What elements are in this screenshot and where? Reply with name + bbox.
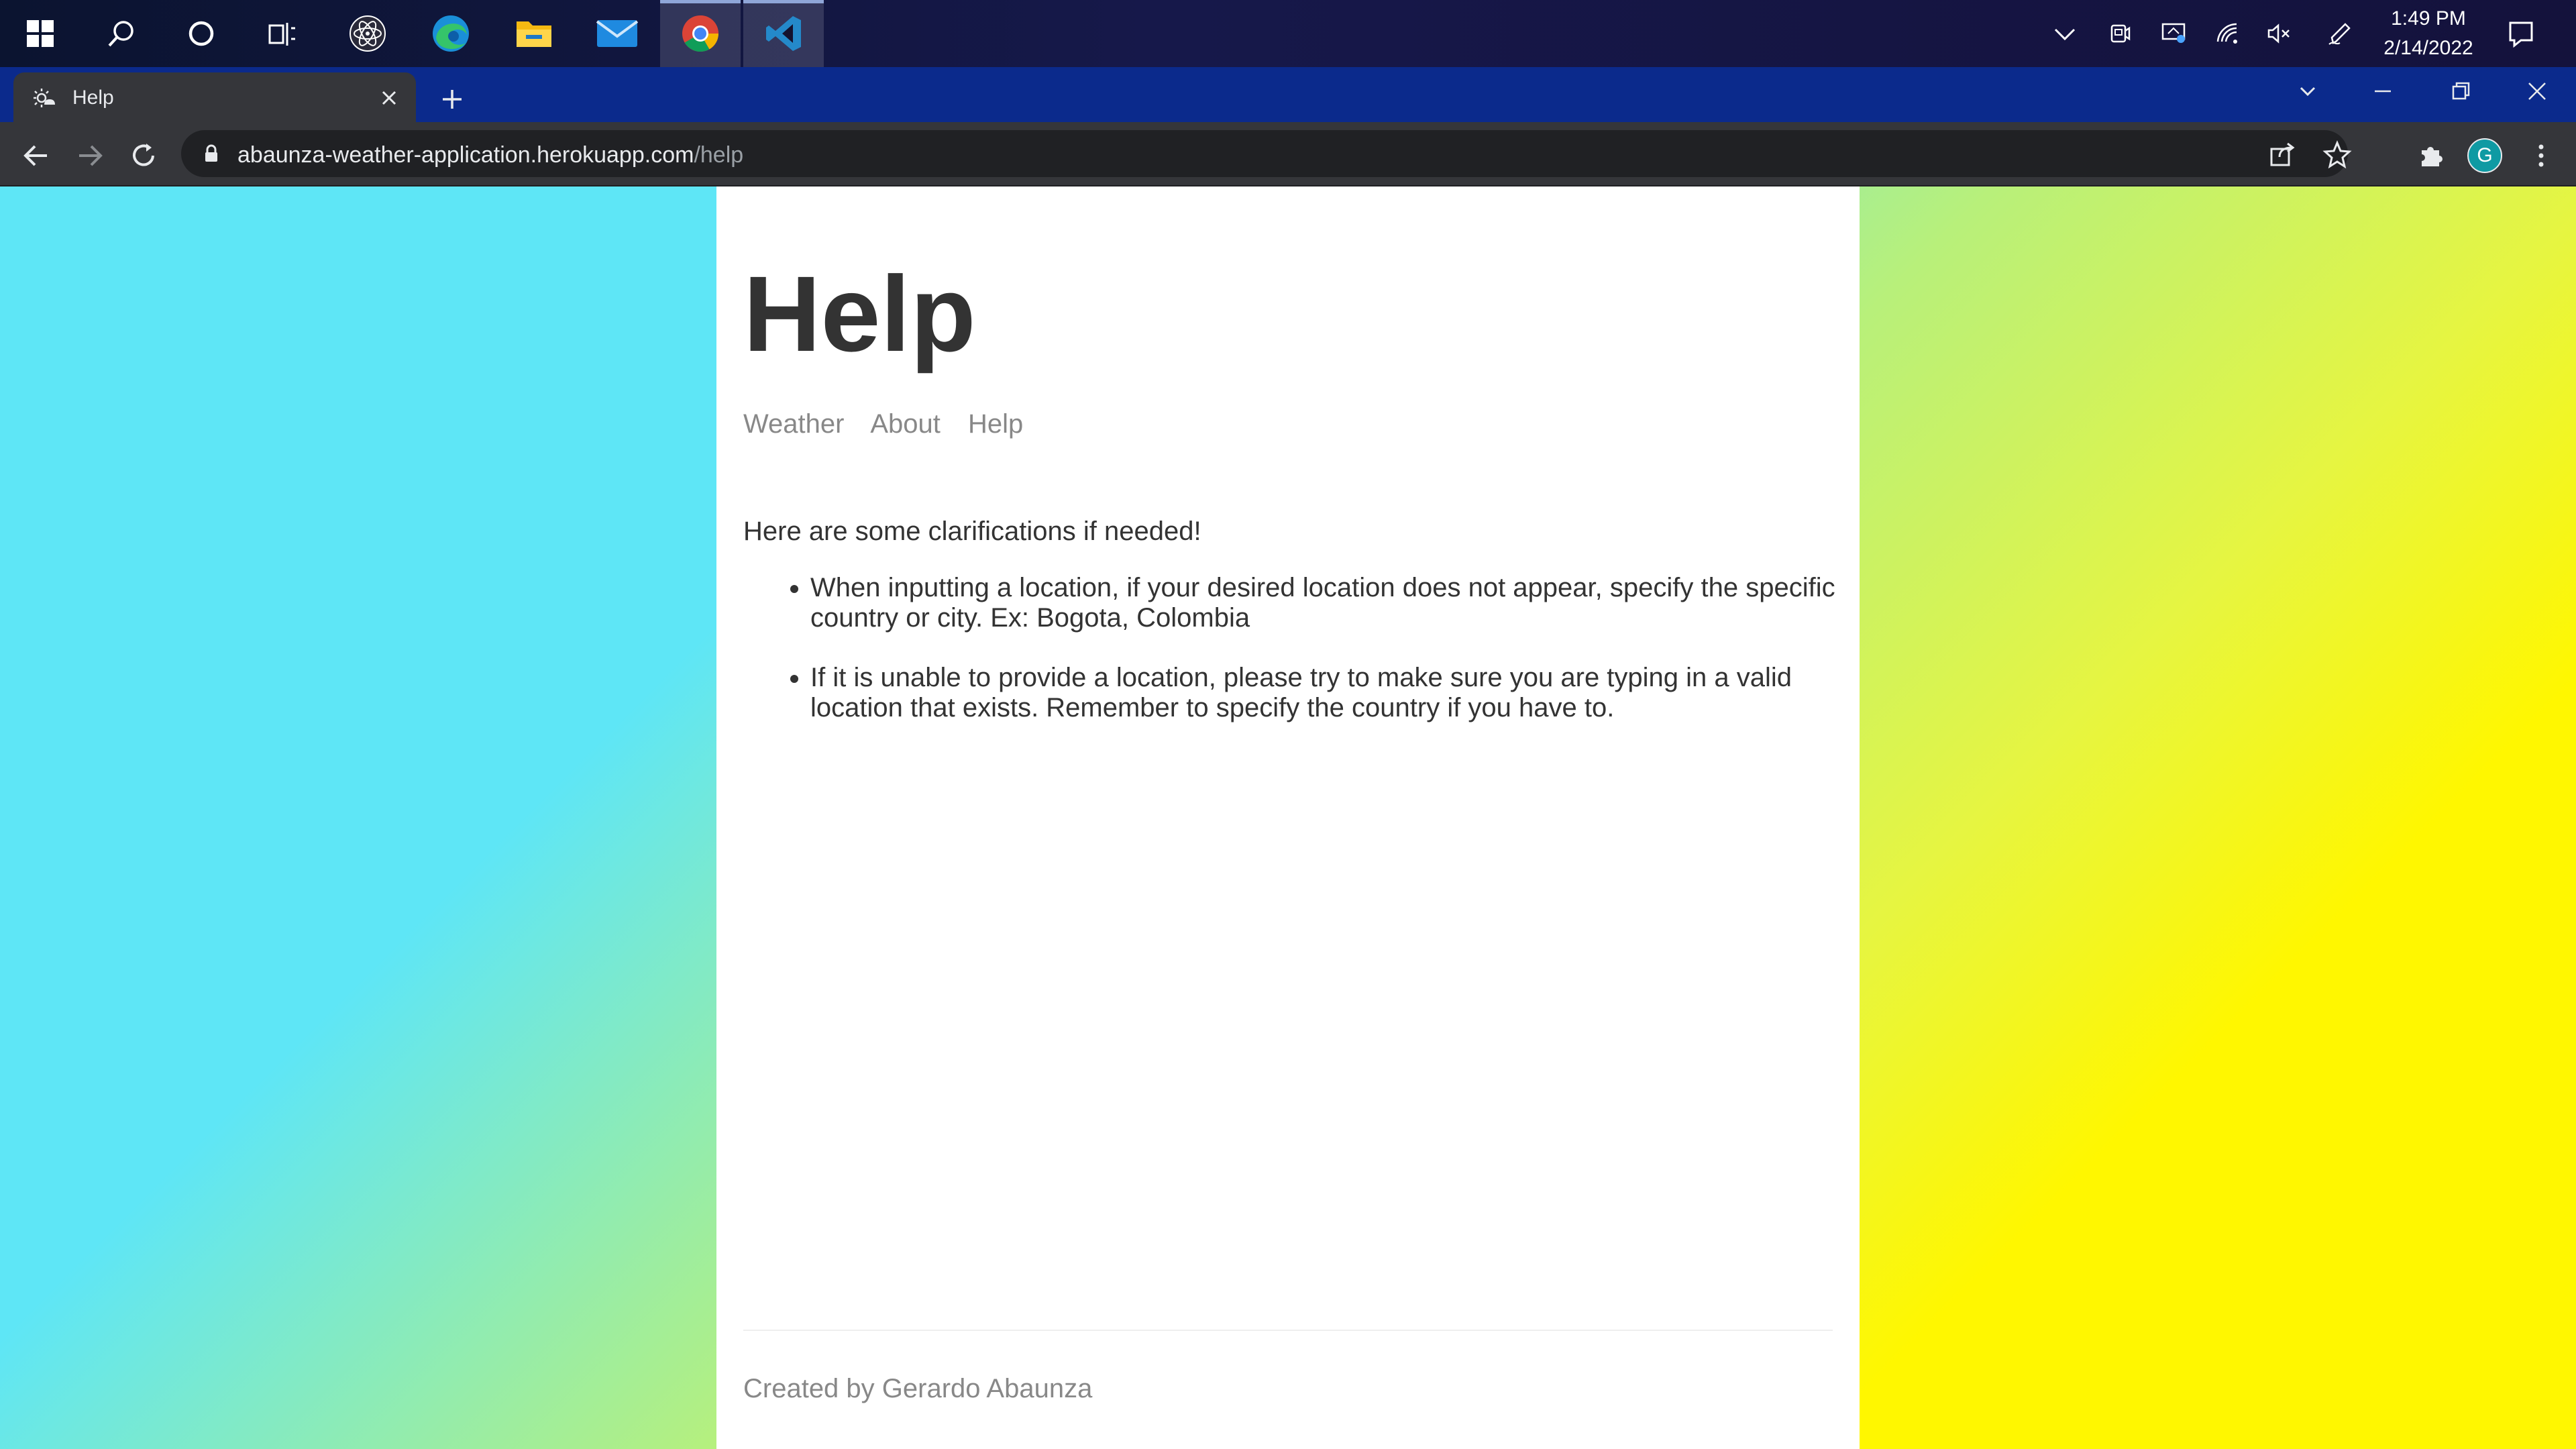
new-tab-icon[interactable] xyxy=(433,80,471,118)
notifications-icon[interactable] xyxy=(2502,15,2540,52)
wifi-icon[interactable] xyxy=(2211,16,2246,51)
nav-link-about[interactable]: About xyxy=(870,409,941,439)
site-nav: Weather About Help xyxy=(743,409,1043,439)
bookmark-star-icon[interactable] xyxy=(2322,140,2352,169)
reload-icon[interactable] xyxy=(125,137,162,174)
task-view-icon[interactable] xyxy=(241,0,322,67)
react-atom-icon[interactable] xyxy=(327,0,408,67)
taskbar: 1:49 PM 2/14/2022 xyxy=(0,0,2576,67)
forward-icon[interactable] xyxy=(71,137,109,174)
url-host: abaunza-weather-application.herokuapp.co… xyxy=(237,142,694,168)
url-path: /help xyxy=(694,142,744,168)
extensions-puzzle-icon[interactable] xyxy=(2412,137,2450,174)
search-icon[interactable] xyxy=(80,0,161,67)
list-item: If it is unable to provide a location, p… xyxy=(810,663,1884,723)
chrome-icon[interactable] xyxy=(660,0,741,67)
tab-search-chevron-icon[interactable] xyxy=(2281,71,2334,111)
menu-kebab-icon[interactable] xyxy=(2522,137,2560,174)
chevron-up-icon[interactable] xyxy=(2047,16,2082,51)
windows-start-icon[interactable] xyxy=(0,0,80,67)
pen-icon[interactable] xyxy=(2322,16,2357,51)
vscode-icon[interactable] xyxy=(743,0,824,67)
close-window-icon[interactable] xyxy=(2510,71,2564,111)
tab-title: Help xyxy=(72,87,114,109)
browser-toolbar: abaunza-weather-application.herokuapp.co… xyxy=(0,122,2576,186)
cortana-icon[interactable] xyxy=(161,0,241,67)
profile-avatar[interactable]: G xyxy=(2466,137,2504,174)
footer-credit: Created by Gerardo Abaunza xyxy=(743,1374,1093,1403)
share-icon[interactable] xyxy=(2267,140,2297,169)
lock-icon[interactable] xyxy=(201,144,221,164)
main-content: Help Weather About Help Here are some cl… xyxy=(716,186,1860,1449)
back-icon[interactable] xyxy=(17,137,55,174)
edge-icon[interactable] xyxy=(411,0,491,67)
meet-now-icon[interactable] xyxy=(2102,16,2137,51)
footer-divider xyxy=(743,1330,1833,1331)
help-list: When inputting a location, if your desir… xyxy=(743,573,1884,753)
restore-icon[interactable] xyxy=(2434,71,2487,111)
taskbar-clock[interactable]: 1:49 PM 2/14/2022 xyxy=(2361,4,2496,63)
minimize-icon[interactable] xyxy=(2356,71,2410,111)
file-explorer-icon[interactable] xyxy=(494,0,574,67)
clock-date: 2/14/2022 xyxy=(2383,37,2473,59)
close-tab-icon[interactable] xyxy=(377,86,401,110)
clock-time: 1:49 PM xyxy=(2391,7,2466,30)
url-text[interactable]: abaunza-weather-application.herokuapp.co… xyxy=(237,142,743,168)
page-viewport: Help Weather About Help Here are some cl… xyxy=(0,186,2576,1449)
nav-link-help[interactable]: Help xyxy=(968,409,1023,439)
nav-link-weather[interactable]: Weather xyxy=(743,409,844,439)
intro-text: Here are some clarifications if needed! xyxy=(743,517,1201,546)
tab-strip: Help xyxy=(0,67,2576,122)
page-title: Help xyxy=(743,254,976,374)
mail-icon[interactable] xyxy=(577,0,657,67)
weather-favicon-icon xyxy=(31,85,58,111)
list-item: When inputting a location, if your desir… xyxy=(810,573,1884,633)
address-bar[interactable]: abaunza-weather-application.herokuapp.co… xyxy=(181,130,2352,177)
profile-initial: G xyxy=(2467,138,2502,173)
volume-muted-icon[interactable] xyxy=(2262,16,2297,51)
display-icon[interactable] xyxy=(2156,16,2191,51)
tab-help[interactable]: Help xyxy=(13,72,416,122)
